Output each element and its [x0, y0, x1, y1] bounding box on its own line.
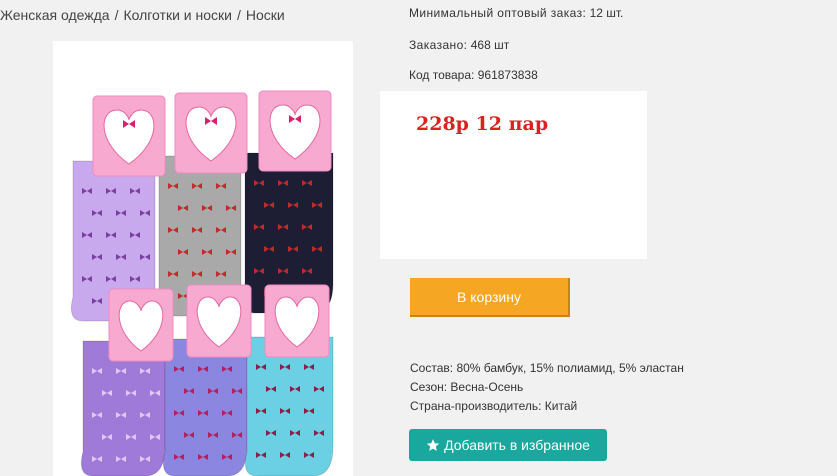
label-card [258, 90, 332, 172]
min-order-value: 12 шт. [589, 6, 624, 20]
add-to-cart-label: В корзину [457, 288, 521, 305]
breadcrumb-item-tights-socks[interactable]: Колготки и носки [123, 7, 232, 23]
price-text: 228р 12 пар [416, 113, 549, 135]
add-to-cart-button[interactable]: В корзину [410, 278, 570, 317]
label-card [92, 95, 166, 177]
add-to-favorites-label: Добавить в избранное [444, 437, 590, 453]
price-box: 228р 12 пар [380, 91, 647, 259]
spec-country-value: Китай [544, 399, 578, 413]
min-order-label: Минимальный оптовый заказ: [409, 6, 587, 20]
product-specs: Состав: 80% бамбук, 15% полиамид, 5% эла… [410, 359, 684, 416]
spec-season: Сезон: Весна-Осень [410, 378, 684, 397]
product-code-line: Код товара: 961873838 [409, 68, 538, 82]
label-card [108, 288, 174, 362]
breadcrumb-separator: / [236, 7, 241, 23]
spec-composition-value: 80% бамбук, 15% полиамид, 5% эластан [456, 361, 684, 375]
ordered-label: Заказано: [409, 38, 468, 52]
breadcrumb-item-socks[interactable]: Носки [246, 7, 285, 23]
sock-pair [244, 336, 334, 476]
ordered-value: 468 шт [470, 38, 510, 52]
breadcrumb: Женская одежда / Колготки и носки / Носки [0, 7, 285, 23]
ordered-line: Заказано: 468 шт [409, 38, 509, 52]
spec-country: Страна-производитель: Китай [410, 397, 684, 416]
product-image[interactable] [53, 41, 353, 476]
breadcrumb-item-women-clothing[interactable]: Женская одежда [0, 7, 110, 23]
label-card [264, 284, 330, 358]
spec-country-label: Страна-производитель: [410, 399, 542, 413]
label-card [174, 92, 248, 174]
add-to-favorites-button[interactable]: Добавить в избранное [409, 429, 607, 461]
product-code-value: 961873838 [477, 68, 538, 82]
min-order-line: Минимальный оптовый заказ: 12 шт. [409, 6, 623, 20]
sock-pair [162, 338, 248, 476]
product-code-label: Код товара: [409, 68, 475, 82]
spec-composition: Состав: 80% бамбук, 15% полиамид, 5% эла… [410, 359, 684, 378]
star-icon [426, 438, 440, 452]
label-card [186, 284, 252, 358]
spec-season-value: Весна-Осень [450, 380, 524, 394]
spec-composition-label: Состав: [410, 361, 454, 375]
spec-season-label: Сезон: [410, 380, 448, 394]
breadcrumb-separator: / [114, 7, 119, 23]
socks-photo [70, 90, 334, 476]
